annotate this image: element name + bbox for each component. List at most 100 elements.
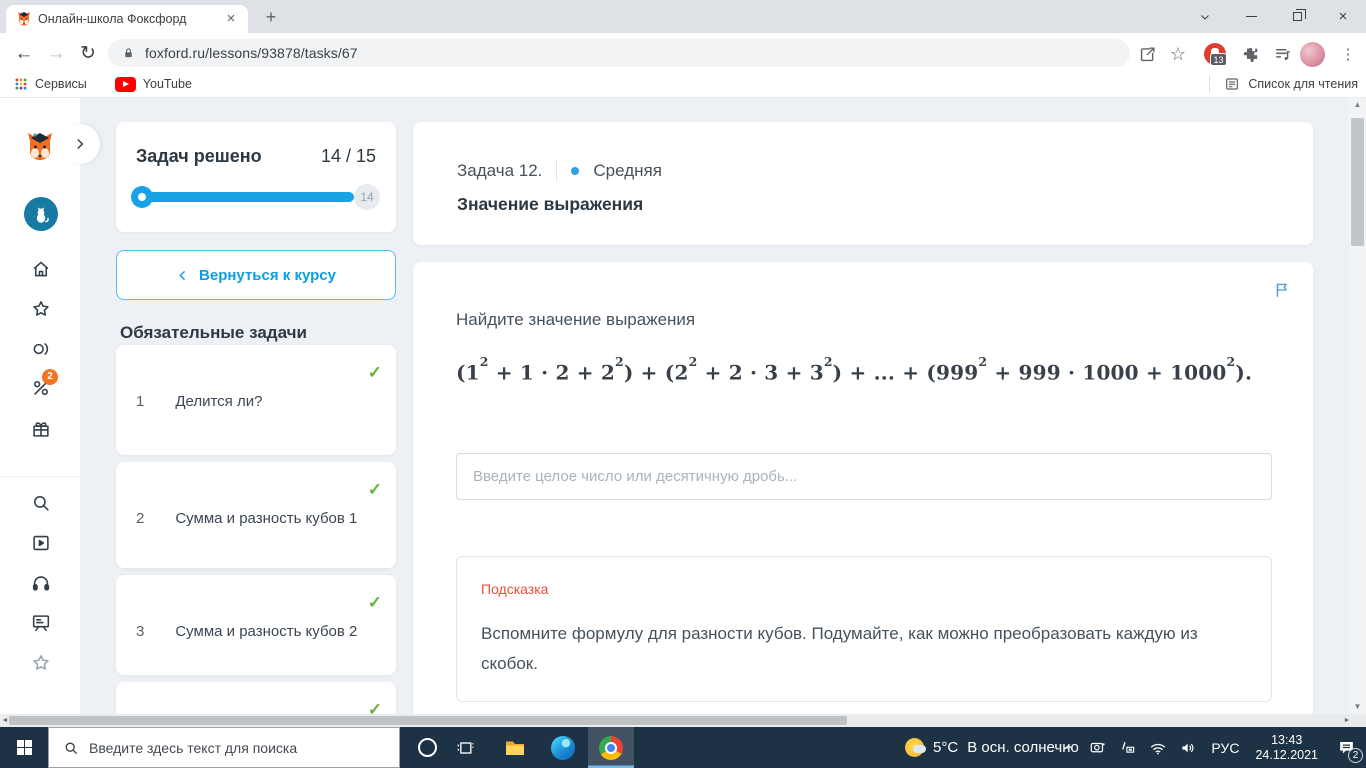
window-menu-chevron-icon[interactable]	[1182, 0, 1228, 33]
task-list-item[interactable]: ✓	[116, 682, 396, 714]
chrome-button[interactable]	[588, 727, 634, 768]
device-display-icon[interactable]	[1083, 727, 1113, 768]
back-to-course-button[interactable]: Вернуться к курсу	[116, 250, 396, 300]
notification-badge: 2	[1348, 748, 1363, 763]
hint-text: Вспомните формулу для разности кубов. По…	[481, 624, 1198, 673]
browser-tab-bar: Онлайн-школа Фоксфорд × + ×	[0, 0, 1366, 33]
progress-bar[interactable]: 14	[131, 184, 380, 210]
task-list-item[interactable]: ✓ 2 Сумма и разность кубов 1	[116, 462, 396, 568]
bookmark-youtube[interactable]: YouTube	[114, 76, 192, 92]
task-view-button[interactable]	[442, 727, 488, 768]
courses-icon[interactable]	[30, 338, 52, 360]
video-lessons-icon[interactable]	[30, 532, 52, 554]
horizontal-scroll-thumb[interactable]	[9, 716, 847, 725]
headphones-icon[interactable]	[30, 572, 52, 594]
user-avatar-cat[interactable]	[24, 197, 58, 231]
bookmark-star-icon[interactable]: ☆	[1164, 40, 1192, 68]
taskbar-clock[interactable]: 13:43 24.12.2021	[1247, 733, 1326, 763]
adblock-extension-icon[interactable]: 13	[1201, 40, 1229, 68]
start-button[interactable]	[0, 727, 48, 768]
pen-input-icon[interactable]	[1113, 727, 1143, 768]
cortana-icon	[417, 738, 437, 757]
bookmark-label: YouTube	[142, 77, 192, 91]
discounts-percent-icon[interactable]: 2	[30, 369, 58, 399]
scroll-up-icon[interactable]: ▲	[1349, 98, 1366, 112]
required-tasks-title: Обязательные задачи	[120, 323, 307, 342]
question-text: Найдите значение выражения	[456, 310, 696, 329]
task-title: Делится ли?	[175, 393, 263, 410]
window-restore-button[interactable]	[1274, 0, 1320, 33]
hidden-icons-chevron-icon[interactable]	[1053, 727, 1083, 768]
folder-icon	[506, 741, 524, 755]
task-number: 1	[136, 393, 145, 410]
youtube-icon	[114, 76, 136, 92]
wifi-icon[interactable]	[1143, 727, 1173, 768]
task-number: 2	[136, 510, 145, 527]
browser-menu-kebab-icon[interactable]: ⋮	[1334, 40, 1362, 68]
progress-handle[interactable]	[131, 186, 153, 208]
task-title-heading: Значение выражения	[457, 194, 644, 214]
solved-count: 14 / 15	[320, 146, 376, 166]
search-icon[interactable]	[30, 492, 52, 514]
bookmark-services[interactable]: Сервисы	[14, 77, 87, 91]
answer-input[interactable]	[456, 453, 1272, 500]
reading-list-icon	[1224, 76, 1240, 92]
webinar-board-icon[interactable]	[30, 612, 52, 634]
extensions-puzzle-icon[interactable]	[1236, 40, 1264, 68]
task-view-icon	[457, 741, 474, 754]
promo-badge: 2	[42, 369, 58, 385]
bonus-star-icon[interactable]	[30, 652, 52, 674]
left-icon-rail: 2	[0, 98, 80, 714]
window-close-button[interactable]: ×	[1320, 0, 1366, 33]
horizontal-scrollbar[interactable]: ◄ ►	[0, 714, 1366, 727]
reload-button[interactable]: ↻	[74, 40, 102, 68]
sidebar-expand-button[interactable]	[60, 124, 100, 164]
task-list-item[interactable]: ✓ 3 Сумма и разность кубов 2	[116, 575, 396, 675]
playlist-extension-icon[interactable]	[1268, 40, 1296, 68]
flag-icon[interactable]	[1273, 281, 1291, 299]
edge-button[interactable]	[540, 727, 586, 768]
favorites-star-icon[interactable]	[30, 298, 52, 320]
back-button[interactable]: ←	[10, 40, 38, 68]
page-content: 2 Задач решено 14 / 15 14 Вернуться к ку…	[0, 98, 1366, 714]
clock-date: 24.12.2021	[1255, 747, 1318, 762]
lock-icon	[122, 46, 135, 60]
window-minimize-button[interactable]	[1228, 0, 1274, 33]
task-title: Сумма и разность кубов 2	[175, 623, 358, 640]
back-to-course-label: Вернуться к курсу	[199, 266, 336, 284]
progress-badge: 14	[354, 184, 380, 210]
profile-avatar[interactable]	[1298, 40, 1326, 68]
address-bar[interactable]: foxford.ru/lessons/93878/tasks/67	[108, 39, 1130, 67]
new-tab-button[interactable]: +	[258, 5, 284, 31]
taskbar-search[interactable]: Введите здесь текст для поиска	[48, 727, 400, 768]
task-label: Задача 12.	[457, 161, 543, 180]
reading-list-label[interactable]: Список для чтения	[1248, 77, 1358, 91]
vertical-scrollbar[interactable]: ▲ ▼	[1349, 98, 1366, 714]
solved-label: Задач решено	[136, 146, 262, 166]
task-body-card: Найдите значение выражения (12 + 1 · 2 +…	[413, 262, 1313, 714]
foxford-logo[interactable]	[24, 131, 56, 163]
vertical-scroll-thumb[interactable]	[1351, 118, 1364, 246]
scroll-down-icon[interactable]: ▼	[1349, 700, 1366, 714]
tab-close-icon[interactable]: ×	[222, 10, 240, 28]
task-list-item[interactable]: ✓ 1 Делится ли?	[116, 345, 396, 455]
volume-icon[interactable]	[1173, 727, 1203, 768]
action-center-button[interactable]: 2	[1326, 727, 1366, 768]
extension-badge: 13	[1210, 53, 1227, 66]
language-indicator[interactable]: РУС	[1203, 740, 1247, 756]
edge-icon	[551, 735, 575, 760]
clock-time: 13:43	[1271, 732, 1303, 747]
scroll-right-icon[interactable]: ►	[1342, 714, 1352, 727]
share-icon[interactable]	[1133, 40, 1161, 68]
gift-icon[interactable]	[30, 418, 52, 440]
file-explorer-button[interactable]	[492, 727, 538, 768]
divider	[1209, 76, 1211, 92]
browser-tab[interactable]: Онлайн-школа Фоксфорд ×	[6, 5, 248, 33]
check-icon: ✓	[367, 363, 382, 382]
forward-button[interactable]: →	[42, 40, 70, 68]
bookmarks-bar: Сервисы YouTube Список для чтения	[0, 71, 1366, 98]
home-icon[interactable]	[30, 258, 52, 280]
divider	[556, 160, 558, 182]
bookmark-label: Сервисы	[35, 77, 87, 91]
chrome-icon	[599, 735, 623, 760]
